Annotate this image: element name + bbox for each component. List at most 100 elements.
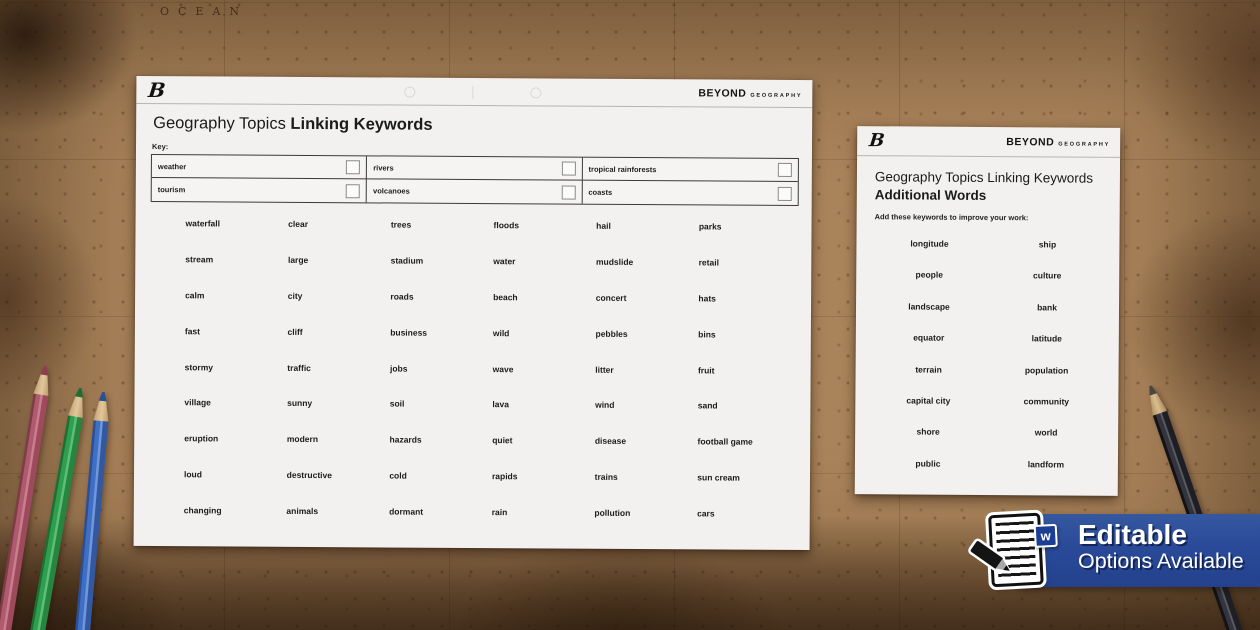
title-regular: Geography Topics bbox=[153, 114, 286, 133]
keyword: traffic bbox=[287, 362, 390, 399]
beyond-logo-icon: B bbox=[868, 132, 885, 150]
key-cell: tourism bbox=[152, 178, 367, 202]
key-checkbox[interactable] bbox=[346, 160, 360, 174]
keyword: disease bbox=[595, 436, 698, 473]
key-cell: weather bbox=[152, 155, 367, 179]
key-checkbox[interactable] bbox=[778, 163, 792, 177]
key-cell: rivers bbox=[367, 156, 582, 180]
keyword: stormy bbox=[184, 362, 287, 399]
page-title: Geography Topics Linking Keywords Additi… bbox=[875, 168, 1093, 205]
keyword: terrain bbox=[869, 364, 987, 396]
key-cell: volcanoes bbox=[367, 179, 582, 203]
keyword: equator bbox=[870, 332, 988, 364]
key-checkbox[interactable] bbox=[778, 186, 792, 200]
keyword: roads bbox=[390, 291, 493, 328]
keywords-grid: waterfallcleartreesfloodshailparksstream… bbox=[184, 218, 802, 545]
worksheet-header-band: B BEYOND GEOGRAPHY bbox=[136, 76, 812, 108]
key-checkbox[interactable] bbox=[561, 162, 575, 176]
keyword: hats bbox=[698, 293, 801, 330]
brand-wordmark: BEYOND GEOGRAPHY bbox=[698, 87, 802, 100]
keyword: stream bbox=[185, 254, 288, 291]
keyword: hail bbox=[596, 221, 699, 258]
pencil-lead bbox=[95, 391, 111, 401]
keyword: retail bbox=[698, 257, 801, 294]
keyword: eruption bbox=[184, 434, 287, 471]
keyword: floods bbox=[493, 220, 596, 257]
keyword: community bbox=[987, 396, 1105, 428]
circle-icon bbox=[404, 87, 415, 98]
keyword: capital city bbox=[869, 395, 987, 427]
words-column-2: shipculturebanklatitudepopulationcommuni… bbox=[987, 239, 1107, 491]
keyword: bank bbox=[988, 302, 1106, 334]
keyword: fast bbox=[185, 326, 288, 363]
keyword: quiet bbox=[492, 435, 595, 472]
banner-text: Editable Options Available bbox=[1078, 521, 1260, 573]
keyword: parks bbox=[699, 221, 802, 258]
keyword: water bbox=[493, 256, 596, 293]
keyword: city bbox=[288, 291, 391, 328]
banner-title: Editable bbox=[1078, 521, 1260, 550]
worksheet-header-band: B BEYOND GEOGRAPHY bbox=[857, 126, 1120, 158]
worksheet-linking-keywords: B BEYOND GEOGRAPHY Geography Topics Link… bbox=[134, 76, 813, 550]
keyword: ship bbox=[988, 239, 1106, 271]
pencil-wood bbox=[93, 400, 110, 421]
keyword: football game bbox=[697, 437, 800, 474]
divider bbox=[472, 86, 473, 99]
keyword: landscape bbox=[870, 301, 988, 333]
keyword: wild bbox=[493, 328, 596, 365]
keyword: trees bbox=[391, 219, 494, 256]
title-bold: Additional Words bbox=[875, 187, 987, 203]
keyword: dormant bbox=[389, 507, 492, 544]
circle-icon bbox=[530, 87, 541, 98]
keyword: culture bbox=[988, 270, 1106, 302]
map-ocean-label: OCEAN bbox=[160, 5, 248, 18]
worksheet-additional-words: B BEYOND GEOGRAPHY Geography Topics Link… bbox=[855, 126, 1121, 496]
keyword: hazards bbox=[389, 435, 492, 472]
keyword: wind bbox=[595, 400, 698, 437]
keyword: beach bbox=[493, 292, 596, 329]
key-checkbox[interactable] bbox=[346, 184, 360, 198]
editable-document-icon: w bbox=[980, 509, 1050, 592]
key-cell: coasts bbox=[582, 181, 797, 205]
keyword: longitude bbox=[870, 238, 988, 270]
title-regular: Geography Topics Linking Keywords bbox=[875, 169, 1093, 186]
keyword: latitude bbox=[988, 333, 1106, 365]
keyword: modern bbox=[287, 434, 390, 471]
keyword: population bbox=[987, 365, 1105, 397]
keyword: cars bbox=[697, 508, 800, 545]
keyword: trains bbox=[594, 472, 697, 509]
keyword: sand bbox=[698, 401, 801, 438]
keyword: soil bbox=[390, 399, 493, 436]
key-table: weather rivers tropical rainforests tour… bbox=[151, 154, 799, 206]
keyword: cliff bbox=[287, 327, 390, 364]
additional-words-list: longitudepeoplelandscapeequatorterrainca… bbox=[869, 238, 1107, 491]
keyword: large bbox=[288, 255, 391, 292]
keyword: wave bbox=[492, 364, 595, 401]
beyond-logo-icon: B bbox=[147, 80, 166, 100]
title-bold: Linking Keywords bbox=[290, 115, 432, 134]
keyword: fruit bbox=[698, 365, 801, 402]
key-checkbox[interactable] bbox=[561, 185, 575, 199]
keyword: sunny bbox=[287, 398, 390, 435]
keyword: mudslide bbox=[596, 257, 699, 294]
words-column-1: longitudepeoplelandscapeequatorterrainca… bbox=[869, 238, 989, 490]
keyword: clear bbox=[288, 219, 391, 256]
keyword: sun cream bbox=[697, 473, 800, 510]
brand-wordmark: BEYOND GEOGRAPHY bbox=[1006, 136, 1110, 149]
keyword: rain bbox=[492, 507, 595, 544]
keyword: calm bbox=[185, 290, 288, 327]
keyword: public bbox=[869, 458, 987, 490]
keyword: jobs bbox=[390, 363, 493, 400]
keyword: cold bbox=[389, 471, 492, 508]
resource-preview: OCEAN B BEYOND GEOGRAPHY bbox=[0, 0, 1260, 630]
keyword: village bbox=[184, 398, 287, 435]
keyword: people bbox=[870, 270, 988, 302]
word-badge-icon: w bbox=[1034, 524, 1058, 548]
document-paper-icon bbox=[988, 513, 1044, 588]
keyword: bins bbox=[698, 329, 801, 366]
keyword: changing bbox=[184, 505, 287, 542]
keyword: business bbox=[390, 327, 493, 364]
keyword: destructive bbox=[286, 470, 389, 507]
pencil-lead bbox=[37, 365, 53, 376]
keyword: lava bbox=[492, 400, 595, 437]
